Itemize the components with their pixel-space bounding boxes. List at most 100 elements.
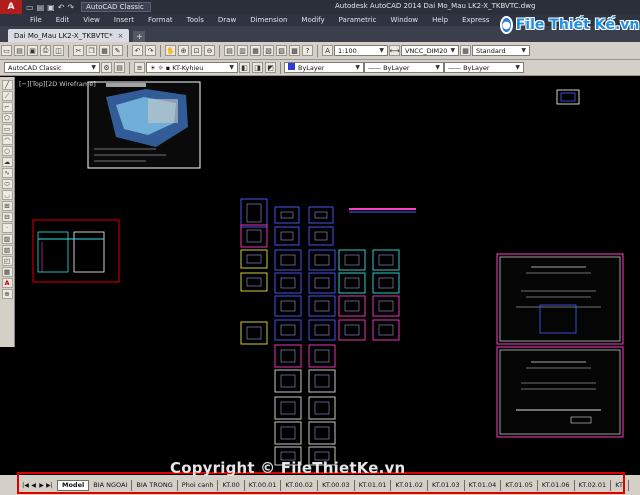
hatch-icon[interactable]: ▨ <box>1 234 13 244</box>
new-icon[interactable]: ▭ <box>26 3 34 12</box>
point-icon[interactable]: · <box>1 223 13 233</box>
annotation-scale-dropdown[interactable]: 1:100 ▼ <box>334 45 388 56</box>
preview-icon[interactable]: ◫ <box>53 45 64 56</box>
last-tab-icon[interactable]: ▶| <box>46 481 53 489</box>
copy-icon[interactable]: ❐ <box>86 45 97 56</box>
layer-state-icon[interactable]: ◩ <box>265 62 276 73</box>
menu-item-file[interactable]: File <box>30 16 42 24</box>
region-icon[interactable]: ◰ <box>1 256 13 266</box>
next-tab-icon[interactable]: ▶ <box>38 481 45 489</box>
menu-item-edit[interactable]: Edit <box>56 16 70 24</box>
polygon-icon[interactable]: ⬠ <box>1 113 13 123</box>
markup-icon[interactable]: ▨ <box>276 45 287 56</box>
layout-tab[interactable]: KT.00.01 <box>245 479 282 491</box>
workspace-settings-icon[interactable]: ▤ <box>114 62 125 73</box>
document-tab[interactable]: Dai Mo_Mau LK2-X_TKBVTC* × <box>8 29 130 42</box>
menu-item-window[interactable]: Window <box>391 16 419 24</box>
table-style-dropdown[interactable]: Standard ▼ <box>472 45 530 56</box>
circle-icon[interactable]: ○ <box>1 146 13 156</box>
linetype-dropdown[interactable]: —— ByLayer ▼ <box>364 62 444 73</box>
undo-icon[interactable]: ↶ <box>132 45 143 56</box>
rectangle-icon[interactable]: ▭ <box>1 124 13 134</box>
layout-tab[interactable]: BIA TRONG <box>132 479 178 491</box>
menu-item-dimension[interactable]: Dimension <box>250 16 287 24</box>
close-icon[interactable]: × <box>118 32 124 40</box>
menu-item-view[interactable]: View <box>83 16 100 24</box>
open-icon[interactable]: ▤ <box>14 45 25 56</box>
save-icon[interactable]: ▣ <box>27 45 38 56</box>
layout-tab[interactable]: KT.01.06 <box>538 479 575 491</box>
save-icon[interactable]: ▣ <box>47 3 55 12</box>
arc-icon[interactable]: ◠ <box>1 135 13 145</box>
new-tab-button[interactable]: + <box>133 31 146 42</box>
workspace-dropdown[interactable]: AutoCAD Classic ▼ <box>4 62 100 73</box>
calculator-icon[interactable]: ▩ <box>289 45 300 56</box>
undo-icon[interactable]: ↶ <box>58 3 65 12</box>
viewport-label[interactable]: [−][Top][2D Wireframe] <box>19 80 96 88</box>
layout-tab[interactable]: KT.01.01 <box>355 479 392 491</box>
help-icon[interactable]: ? <box>302 45 313 56</box>
menu-item-help[interactable]: Help <box>432 16 448 24</box>
layout-tab[interactable]: KT.01.02 <box>391 479 428 491</box>
layout-tab[interactable]: Model <box>57 479 90 491</box>
menu-item-insert[interactable]: Insert <box>114 16 134 24</box>
autocad-logo-icon[interactable]: A <box>0 0 22 14</box>
layout-tab[interactable]: KT.01.03 <box>428 479 465 491</box>
layer-previous-icon[interactable]: ◨ <box>252 62 263 73</box>
paste-icon[interactable]: ▦ <box>99 45 110 56</box>
text-style-icon[interactable]: A <box>322 45 333 56</box>
layout-tab[interactable]: KT.00.03 <box>318 479 355 491</box>
table-icon[interactable]: ▦ <box>1 267 13 277</box>
lineweight-dropdown[interactable]: —— ByLayer ▼ <box>444 62 524 73</box>
multiline-text-icon[interactable]: A <box>1 278 13 288</box>
table-style-icon[interactable]: ▦ <box>460 45 471 56</box>
redo-icon[interactable]: ↷ <box>145 45 156 56</box>
cut-icon[interactable]: ✂ <box>73 45 84 56</box>
revision-cloud-icon[interactable]: ☁ <box>1 157 13 167</box>
construction-line-icon[interactable]: ⟋ <box>1 91 13 101</box>
ellipse-arc-icon[interactable]: ◡ <box>1 190 13 200</box>
layout-tab[interactable]: KT. <box>611 479 630 491</box>
make-current-layer-icon[interactable]: ◧ <box>239 62 250 73</box>
workspace-switcher[interactable]: AutoCAD Classic <box>81 2 152 12</box>
menu-item-draw[interactable]: Draw <box>218 16 236 24</box>
layout-tab[interactable]: KT.00 <box>218 479 245 491</box>
new-icon[interactable]: ▭ <box>1 45 12 56</box>
match-properties-icon[interactable]: ✎ <box>112 45 123 56</box>
menu-item-parametric[interactable]: Parametric <box>339 16 377 24</box>
insert-block-icon[interactable]: ⊞ <box>1 201 13 211</box>
print-icon[interactable]: ⎙ <box>40 45 51 56</box>
menu-item-modify[interactable]: Modify <box>301 16 324 24</box>
ellipse-icon[interactable]: ⬭ <box>1 179 13 189</box>
menu-item-tools[interactable]: Tools <box>187 16 204 24</box>
redo-icon[interactable]: ↷ <box>67 3 74 12</box>
menu-item-express[interactable]: Express <box>462 16 489 24</box>
line-icon[interactable]: ╱ <box>1 80 13 90</box>
add-selected-icon[interactable]: ⊕ <box>1 289 13 299</box>
tool-palettes-icon[interactable]: ▦ <box>250 45 261 56</box>
gradient-icon[interactable]: ▧ <box>1 245 13 255</box>
zoom-realtime-icon[interactable]: ⊕ <box>178 45 189 56</box>
pan-icon[interactable]: ✋ <box>165 45 176 56</box>
open-icon[interactable]: ▤ <box>37 3 45 12</box>
sheet-set-icon[interactable]: ▧ <box>263 45 274 56</box>
menu-item-format[interactable]: Format <box>148 16 173 24</box>
properties-icon[interactable]: ▤ <box>224 45 235 56</box>
layout-tab[interactable]: KT.02.01 <box>575 479 612 491</box>
dimension-style-dropdown[interactable]: VNCC_DIM20 ▼ <box>401 45 459 56</box>
layout-tab[interactable]: Phoi canh <box>178 479 219 491</box>
color-dropdown[interactable]: ByLayer ▼ <box>284 62 364 73</box>
layout-tab[interactable]: KT.01.05 <box>501 479 538 491</box>
layout-tab[interactable]: KT.00.02 <box>281 479 319 491</box>
spline-icon[interactable]: ∿ <box>1 168 13 178</box>
design-center-icon[interactable]: ▥ <box>237 45 248 56</box>
previous-tab-icon[interactable]: ◀ <box>30 481 37 489</box>
drawing-canvas[interactable]: [−][Top][2D Wireframe] <box>16 77 640 469</box>
first-tab-icon[interactable]: |◀ <box>22 481 29 489</box>
layout-tab[interactable]: BIA NGOAI <box>89 479 133 491</box>
make-block-icon[interactable]: ⊟ <box>1 212 13 222</box>
dimension-style-icon[interactable]: ⟷ <box>389 45 400 56</box>
layer-dropdown[interactable]: ☀ ☼ ▪ KT-Kyhieu ▼ <box>146 62 238 73</box>
polyline-icon[interactable]: ⌐ <box>1 102 13 112</box>
zoom-previous-icon[interactable]: ⊖ <box>204 45 215 56</box>
